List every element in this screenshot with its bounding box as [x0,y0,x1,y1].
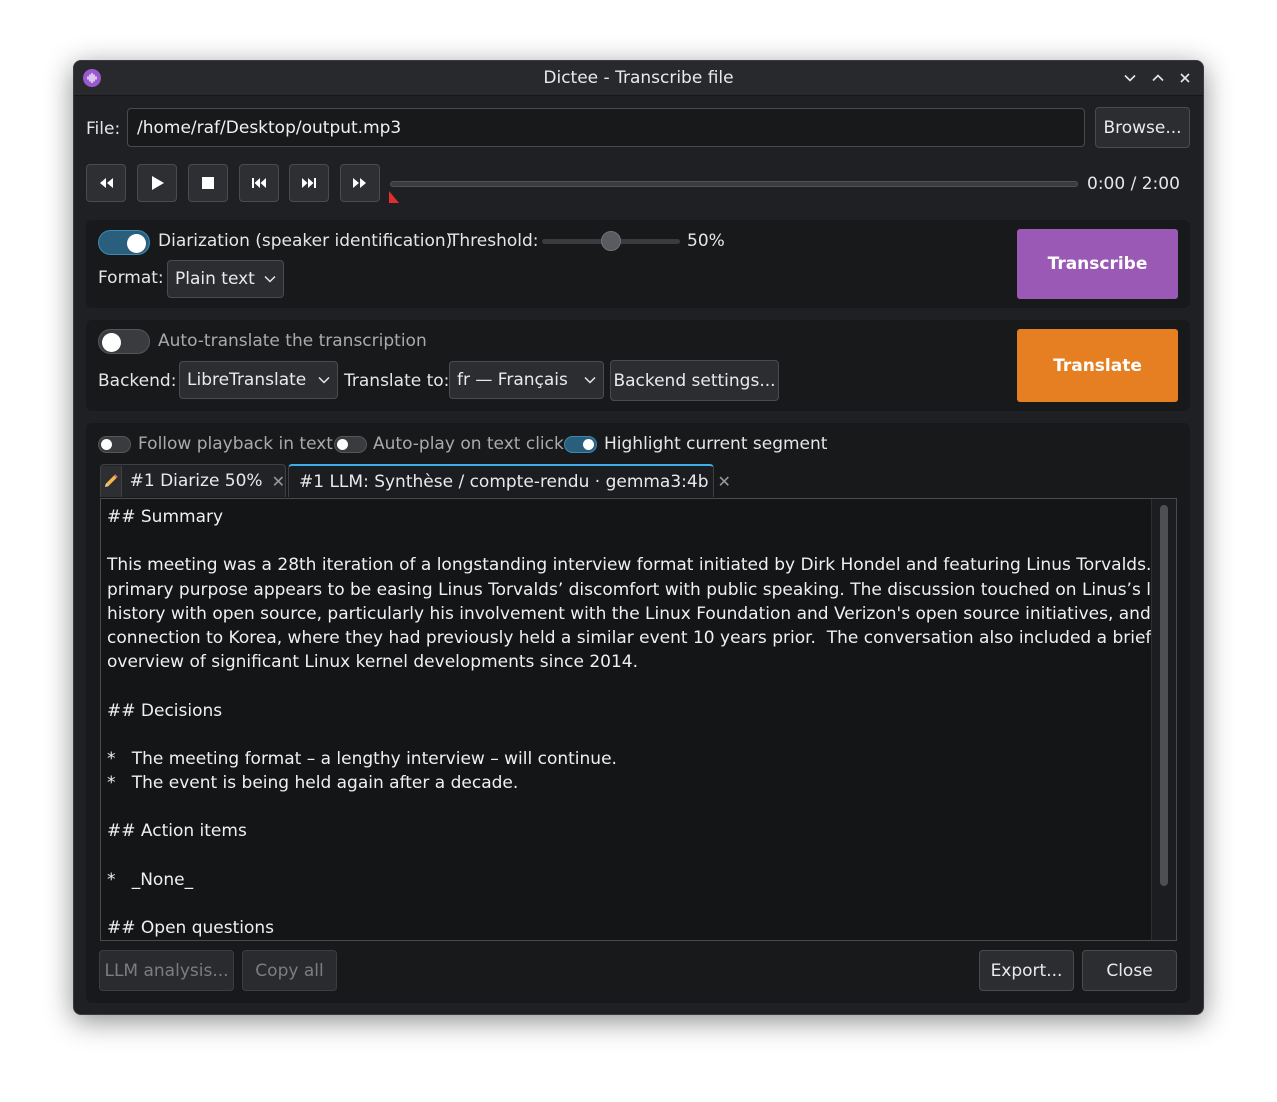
text-line: * The meeting format – a lengthy intervi… [107,748,617,769]
text-line [107,892,1145,916]
text-line: ## Open questions [107,918,275,939]
playback-time: 0:00 / 2:00 [1087,174,1180,194]
format-select[interactable]: Plain text [167,260,284,298]
stop-button[interactable] [188,164,228,202]
backend-value: LibreTranslate [187,370,307,390]
follow-playback-toggle[interactable] [98,436,131,453]
auto-play-label: Auto-play on text click [373,434,564,454]
threshold-value: 50% [687,231,725,251]
fast-forward-icon [353,178,366,188]
file-label: File: [86,119,121,139]
copy-all-button[interactable]: Copy all [242,950,337,991]
text-line: This meeting was a 28th iteration of a l… [107,555,1177,576]
export-button[interactable]: Export... [979,950,1074,991]
chevron-down-icon [318,376,330,384]
close-button[interactable]: Close [1082,950,1177,991]
transcribe-window: Dictee - Transcribe file File: /home/raf… [73,60,1204,1015]
diarization-label: Diarization (speaker identification) [158,231,453,251]
text-line: ## Decisions [107,700,223,721]
highlight-segment-toggle[interactable] [564,436,597,453]
tab-llm-label: #1 LLM: Synthèse / compte-rendu · gemma3… [299,471,709,492]
transcribe-button[interactable]: Transcribe [1017,229,1178,299]
text-line: * The event is being held again after a … [107,773,519,794]
highlight-segment-label: Highlight current segment [604,434,828,454]
text-line: history with open source, particularly h… [107,603,1177,624]
translate-to-label: Translate to: [344,371,450,391]
text-line: connection to Korea, where they had prev… [107,627,1152,648]
maximize-icon[interactable] [1148,68,1168,88]
text-line [107,674,1145,698]
threshold-slider[interactable] [542,231,680,253]
tab-llm-summary[interactable]: #1 LLM: Synthèse / compte-rendu · gemma3… [288,464,731,497]
text-line [107,723,1145,747]
text-line: ## Summary [107,507,224,527]
translate-button[interactable]: Translate [1017,329,1178,402]
auto-translate-label: Auto-translate the transcription [158,331,427,351]
text-line [107,795,1145,819]
auto-play-toggle[interactable] [334,436,367,453]
tab-diarize-label: #1 Diarize 50% [129,471,263,491]
browse-button[interactable]: Browse... [1095,107,1190,148]
format-value: Plain text [175,269,255,289]
backend-label: Backend: [98,371,177,391]
transcription-text: ## Summary This meeting was a 28th iterat… [107,505,1177,940]
format-label: Format: [98,268,164,288]
play-button[interactable] [137,164,177,202]
pencil-icon[interactable] [101,465,122,497]
chevron-down-icon [584,376,596,384]
file-path-field[interactable]: /home/raf/Desktop/output.mp3 [127,108,1085,147]
transcription-text-view[interactable]: ## Summary This meeting was a 28th iterat… [100,498,1177,941]
window-title: Dictee - Transcribe file [543,68,734,88]
follow-playback-label: Follow playback in text [138,434,333,454]
chevron-down-icon [264,275,276,283]
rewind-button[interactable] [86,164,126,202]
close-tab-icon[interactable]: ✕ [272,472,285,491]
backend-settings-button[interactable]: Backend settings... [610,360,779,401]
scrollbar-thumb[interactable] [1160,505,1168,886]
seek-slider[interactable] [390,178,1078,190]
playhead-marker-icon [389,191,399,203]
text-line: ## Action items [107,821,247,842]
vertical-scrollbar[interactable] [1151,499,1176,940]
previous-button[interactable] [239,164,279,202]
title-bar: Dictee - Transcribe file [74,61,1203,96]
diarization-toggle[interactable] [98,230,150,255]
play-icon [152,176,164,190]
next-button[interactable] [289,164,329,202]
translate-to-select[interactable]: fr — Français [449,361,604,399]
translate-to-value: fr — Français [457,370,568,390]
skip-forward-icon [302,178,316,188]
minimize-icon[interactable] [1120,68,1140,88]
auto-translate-toggle[interactable] [98,329,150,354]
close-tab-icon[interactable]: ✕ [718,472,731,491]
text-line: * _None_ [107,869,194,890]
text-line: overview of significant Linux kernel dev… [107,652,639,673]
text-line [107,529,1145,553]
rewind-icon [100,178,113,188]
threshold-label: Threshold: [449,231,539,251]
close-window-icon[interactable] [1175,68,1195,88]
text-line [107,844,1145,868]
fast-forward-button[interactable] [340,164,380,202]
tab-diarize[interactable]: #1 Diarize 50% ✕ [100,464,286,497]
backend-select[interactable]: LibreTranslate [179,361,338,399]
text-line: primary purpose appears to be easing Lin… [107,579,1177,600]
skip-back-icon [252,178,266,188]
llm-analysis-button[interactable]: LLM analysis... [99,950,234,991]
stop-icon [202,177,214,189]
